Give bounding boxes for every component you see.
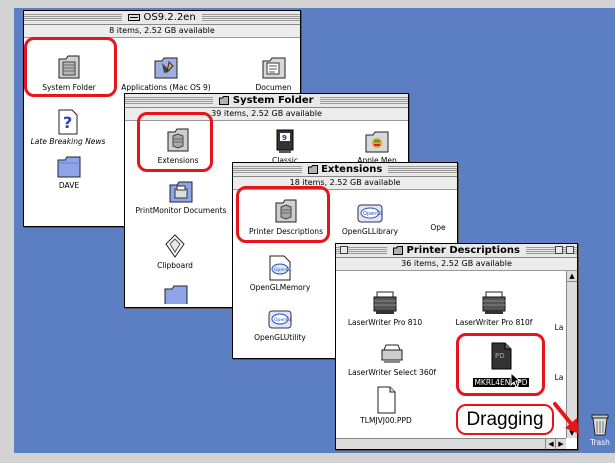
- inkjet-printer-icon: [381, 344, 403, 363]
- applications-item[interactable]: Applications (Mac OS 9): [116, 53, 216, 92]
- printer-descriptions-titlebar[interactable]: Printer Descriptions: [336, 244, 577, 258]
- clipboard-item[interactable]: Clipboard: [145, 233, 205, 270]
- opengl-library-label: OpenGLLibrary: [341, 227, 399, 236]
- dragging-callout: Dragging: [456, 404, 554, 435]
- os-volume-titlebar[interactable]: OS9.2.2en: [24, 11, 300, 25]
- highlight-extensions: [137, 112, 213, 172]
- trash-icon: [591, 414, 609, 436]
- collapse-box[interactable]: [566, 246, 574, 254]
- opengl-memory-icon: OpenGL: [269, 255, 293, 281]
- opengl-memory-label: OpenGLMemory: [249, 283, 311, 292]
- lw-pro-810-item[interactable]: LaserWriter Pro 810: [340, 290, 430, 327]
- documents-folder-icon: [262, 57, 285, 79]
- documents-item[interactable]: Documen: [246, 53, 301, 92]
- highlight-printer-descriptions: [236, 186, 330, 243]
- system-folder-title: System Folder: [232, 95, 314, 106]
- partial-folder-item[interactable]: [161, 284, 191, 304]
- highlight-system-folder: [24, 37, 117, 97]
- partial-item-la-1[interactable]: La: [552, 321, 566, 332]
- dave-item[interactable]: DAVE: [42, 155, 96, 190]
- apple-menu-folder-icon: [365, 131, 389, 153]
- late-breaking-news-label: Late Breaking News: [30, 137, 106, 146]
- tlmjvj00-ppd-item[interactable]: TLMJVJ00.PPD: [346, 386, 426, 425]
- laser-printer-icon: [373, 291, 397, 314]
- classic-item[interactable]: 9 Classic: [255, 128, 315, 165]
- partial-item-la-2-label: La: [554, 373, 564, 382]
- printmonitor-item[interactable]: PrintMonitor Documents: [129, 180, 233, 215]
- clipboard-label: Clipboard: [157, 261, 193, 270]
- opengl-utility-item[interactable]: OpenGL OpenGLUtility: [245, 309, 315, 342]
- clipboard-icon: [165, 234, 185, 258]
- opengl-utility-label: OpenGLUtility: [254, 333, 306, 342]
- late-breaking-news-item[interactable]: ? Late Breaking News: [28, 109, 108, 146]
- printer-descriptions-small-icon: [393, 245, 404, 255]
- trash-label: Trash: [590, 438, 610, 447]
- system-folder-small-icon: [219, 95, 230, 105]
- partial-item-la-2[interactable]: La: [552, 371, 566, 382]
- horizontal-scrollbar[interactable]: ◀ ▶: [336, 438, 566, 449]
- printmonitor-folder-icon: [169, 181, 193, 203]
- documents-label: Documen: [255, 83, 292, 92]
- printer-descriptions-title: Printer Descriptions: [406, 245, 520, 256]
- extensions-small-icon: [307, 164, 318, 174]
- partial-item-la-1-label: La: [554, 323, 564, 332]
- laser-printer-icon: [482, 291, 506, 314]
- partial-item-ope-label: Ope: [430, 223, 446, 232]
- partial-item-ope[interactable]: Ope: [423, 221, 453, 232]
- extensions-title: Extensions: [321, 164, 383, 175]
- tlmjvj00-ppd-label: TLMJVJ00.PPD: [360, 416, 412, 425]
- classic-icon: 9: [276, 129, 294, 153]
- lw-pro-810f-label: LaserWriter Pro 810f: [455, 318, 533, 327]
- opengl-memory-item[interactable]: OpenGL OpenGLMemory: [245, 255, 315, 292]
- trash-item[interactable]: Trash: [586, 412, 614, 447]
- svg-text:OpenGL: OpenGL: [363, 211, 383, 217]
- printmonitor-label: PrintMonitor Documents: [135, 206, 227, 215]
- opengl-library-item[interactable]: OpenGL OpenGLLibrary: [335, 203, 405, 236]
- lw-select-360f-label: LaserWriter Select 360f: [347, 368, 437, 377]
- extensions-titlebar[interactable]: Extensions: [233, 163, 457, 177]
- help-document-icon: ?: [58, 109, 78, 135]
- zoom-box[interactable]: [555, 246, 563, 254]
- applications-folder-icon: [154, 57, 178, 79]
- svg-text:OpenGL: OpenGL: [274, 267, 293, 273]
- opengl-utility-icon: OpenGL: [268, 310, 293, 329]
- scroll-right-arrow[interactable]: ▶: [555, 439, 566, 449]
- printer-descriptions-info: 36 items, 2.52 GB available: [336, 258, 577, 271]
- svg-text:?: ?: [63, 113, 72, 132]
- os-volume-title: OS9.2.2en: [143, 12, 196, 23]
- svg-text:9: 9: [282, 134, 287, 142]
- opengl-icon: OpenGL: [357, 204, 383, 223]
- applications-label: Applications (Mac OS 9): [121, 83, 211, 92]
- lw-select-360f-item[interactable]: LaserWriter Select 360f: [340, 342, 444, 377]
- svg-text:OpenGL: OpenGL: [274, 317, 293, 323]
- lw-pro-810f-item[interactable]: LaserWriter Pro 810f: [446, 290, 542, 327]
- disk-icon: [128, 13, 141, 21]
- highlight-mkrl4en-ppd: [456, 333, 545, 396]
- document-icon: [377, 386, 396, 414]
- dave-label: DAVE: [58, 181, 80, 190]
- lw-pro-810-label: LaserWriter Pro 810: [347, 318, 423, 327]
- system-folder-titlebar[interactable]: System Folder: [125, 94, 408, 108]
- dave-folder-icon: [57, 156, 81, 178]
- folder-icon: [164, 285, 188, 304]
- scroll-up-arrow[interactable]: ▲: [567, 271, 577, 282]
- apple-menu-item[interactable]: Apple Men: [347, 128, 407, 165]
